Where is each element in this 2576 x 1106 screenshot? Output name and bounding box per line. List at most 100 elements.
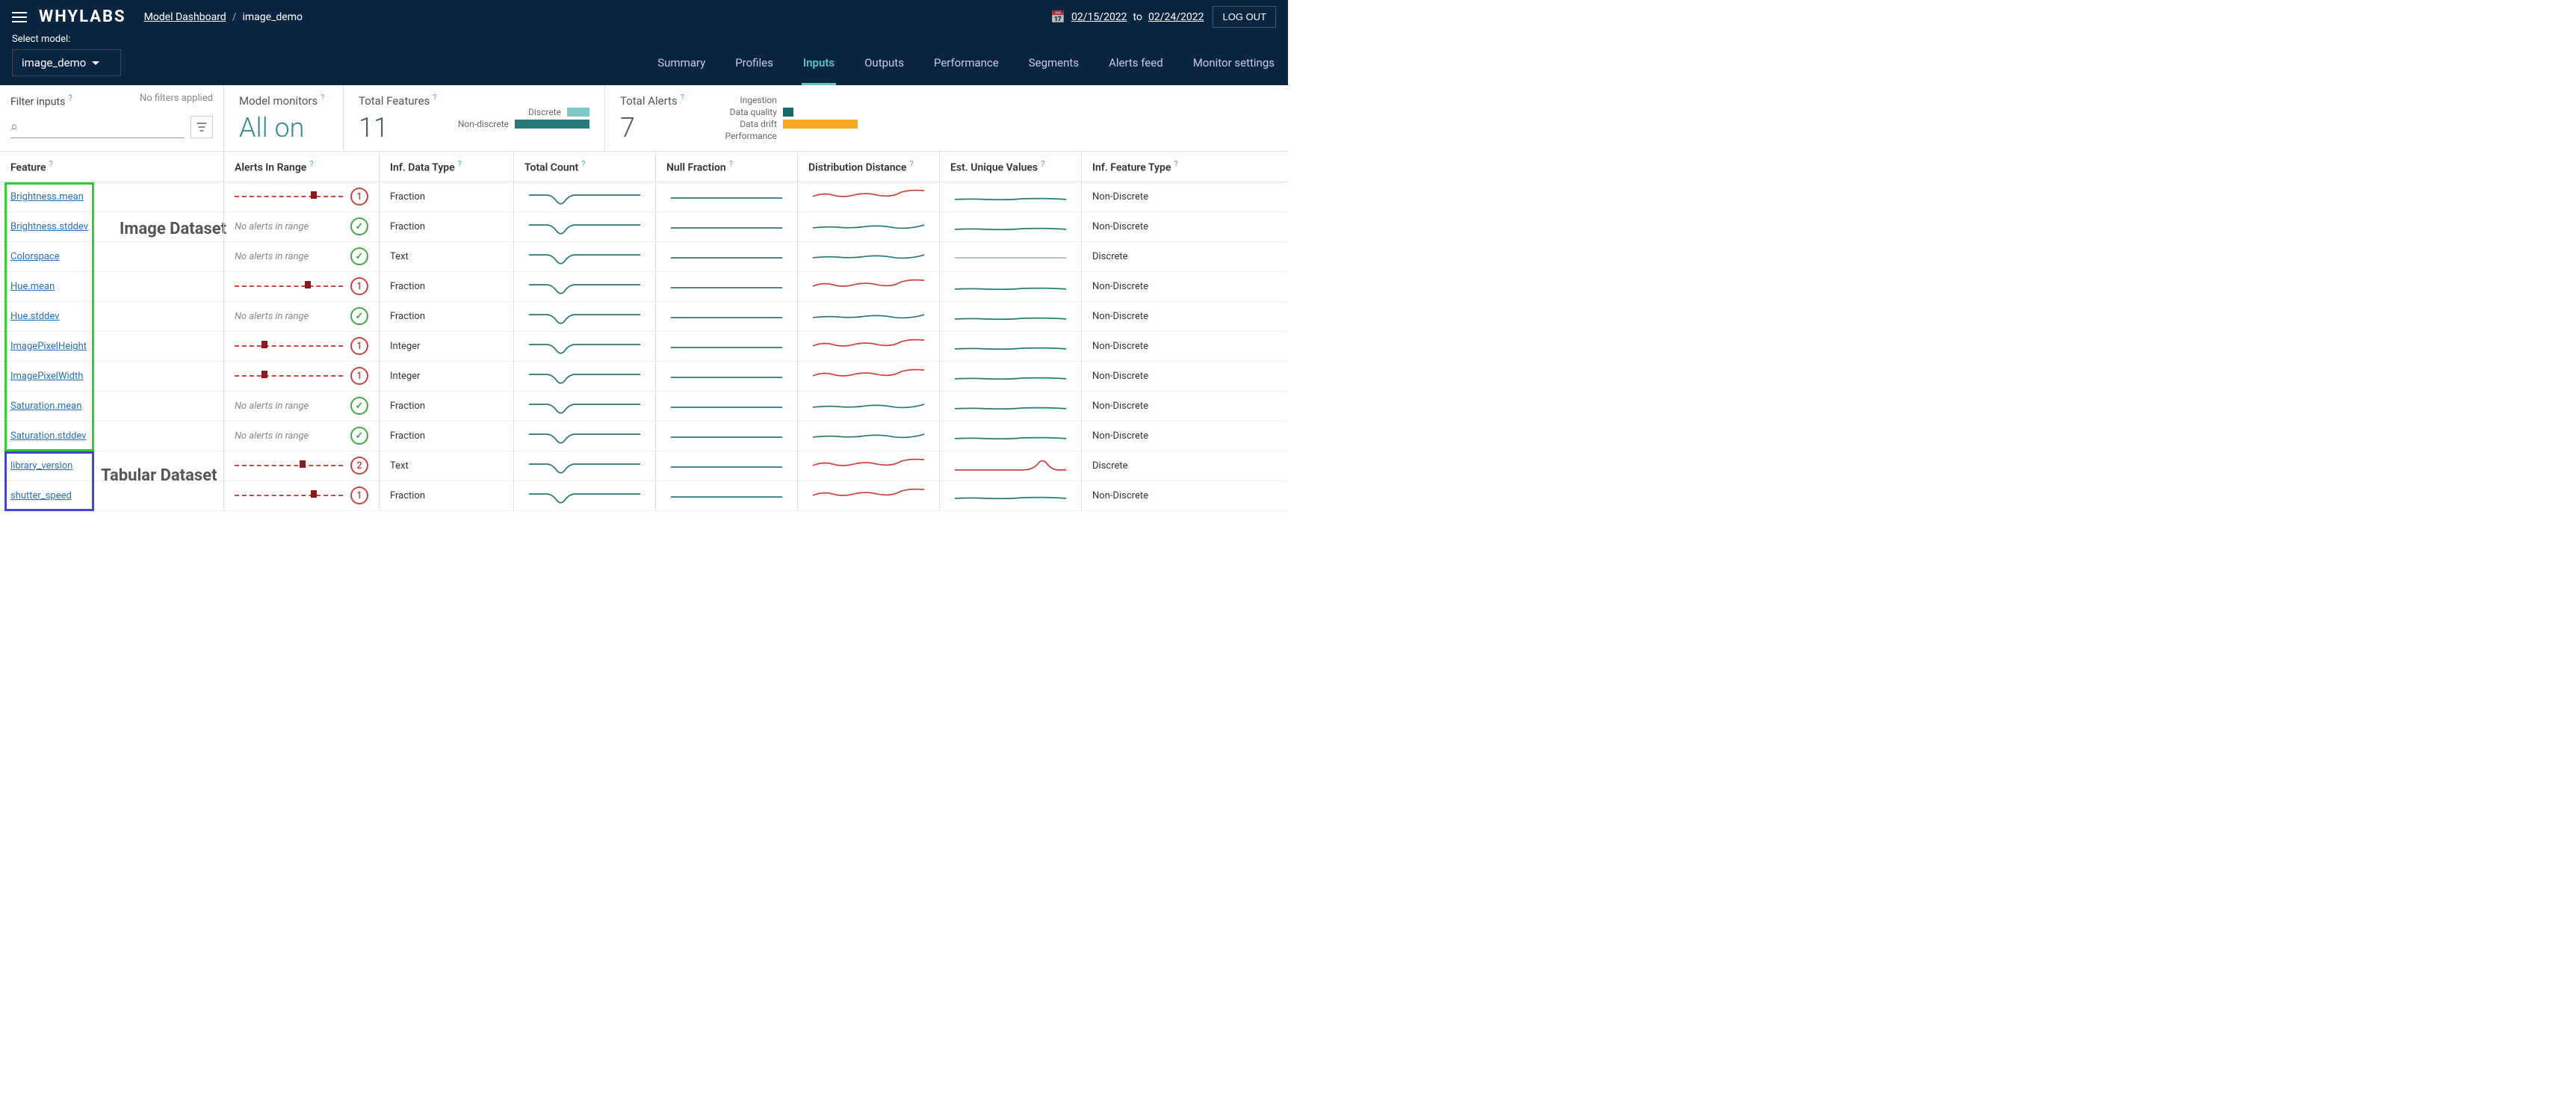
ftype-cell: Non-Discrete: [1082, 481, 1288, 510]
sparkline: [666, 217, 787, 235]
total-features-value: 11: [359, 112, 436, 143]
breadcrumb-model: image_demo: [242, 11, 302, 23]
feature-link[interactable]: ImagePixelWidth: [10, 371, 83, 382]
feature-link[interactable]: library_version: [10, 460, 72, 472]
ftype-cell: Non-Discrete: [1082, 182, 1288, 211]
date-from[interactable]: 02/15/2022: [1071, 11, 1127, 23]
help-icon[interactable]: ?: [1174, 159, 1177, 169]
feature-link[interactable]: Brightness.stddev: [10, 221, 88, 232]
help-icon[interactable]: ?: [321, 93, 324, 102]
nav-tab-summary[interactable]: Summary: [656, 47, 707, 85]
sparkline: [524, 457, 645, 475]
ftype-cell: Non-Discrete: [1082, 272, 1288, 301]
ftype-cell: Discrete: [1082, 451, 1288, 481]
nav-tab-outputs[interactable]: Outputs: [863, 47, 905, 85]
dtype-cell: Fraction: [380, 212, 514, 241]
help-icon[interactable]: ?: [433, 93, 436, 102]
sparkline: [666, 337, 787, 355]
ftype-cell: Non-Discrete: [1082, 332, 1288, 361]
sparkline: [666, 188, 787, 206]
sparkline: [666, 247, 787, 265]
hamburger-menu-icon[interactable]: [12, 12, 27, 22]
table-row: Brightness.mean1FractionNon-Discrete: [0, 182, 1288, 212]
model-select-dropdown[interactable]: image_demo: [12, 49, 121, 76]
dtype-cell: Text: [380, 242, 514, 271]
search-icon: ⌕: [10, 119, 18, 135]
dtype-cell: Fraction: [380, 392, 514, 421]
sparkline: [808, 337, 929, 355]
alert-ok-badge: ✓: [350, 427, 368, 445]
ftype-cell: Non-Discrete: [1082, 212, 1288, 241]
feature-link[interactable]: shutter_speed: [10, 490, 72, 501]
breadcrumb-separator: /: [232, 11, 237, 23]
sparkline: [524, 486, 645, 504]
date-range-picker[interactable]: 📅 02/15/2022 to 02/24/2022: [1050, 10, 1204, 24]
help-icon[interactable]: ?: [458, 159, 462, 169]
nondiscrete-label: Non-discrete: [451, 119, 509, 129]
sparkline: [950, 307, 1071, 325]
feature-link[interactable]: Saturation.mean: [10, 401, 81, 412]
nav-tabs: Summary Profiles Inputs Outputs Performance S…: [656, 47, 1276, 85]
chevron-down-icon: [92, 61, 99, 65]
nav-tab-segments[interactable]: Segments: [1027, 47, 1080, 85]
search-input[interactable]: [22, 120, 185, 132]
filter-inputs-label: Filter inputs: [10, 96, 65, 108]
nav-tab-profiles[interactable]: Profiles: [734, 47, 775, 85]
sparkline: [666, 367, 787, 385]
help-icon[interactable]: ?: [581, 159, 585, 169]
date-to[interactable]: 02/24/2022: [1148, 11, 1204, 23]
sparkline: [950, 188, 1071, 206]
sparkline: [524, 217, 645, 235]
help-icon[interactable]: ?: [68, 93, 72, 103]
table-row: Brightness.stddevNo alerts in range✓Frac…: [0, 212, 1288, 242]
alert-count-badge: 1: [350, 188, 368, 206]
col-alerts: Alerts In Range: [235, 162, 306, 174]
col-total-count: Total Count: [524, 162, 578, 174]
feature-link[interactable]: Colorspace: [10, 251, 60, 262]
col-feature: Feature: [10, 162, 46, 174]
logout-button[interactable]: LOG OUT: [1213, 6, 1276, 28]
table-row: library_version2TextDiscrete: [0, 451, 1288, 481]
help-icon[interactable]: ?: [909, 159, 913, 169]
filter-button[interactable]: [191, 116, 213, 138]
feature-link[interactable]: Hue.stddev: [10, 311, 60, 322]
alert-cat-label: Ingestion: [702, 95, 777, 105]
breadcrumb-dashboard-link[interactable]: Model Dashboard: [144, 11, 226, 23]
model-monitors-label: Model monitors: [239, 94, 318, 108]
discrete-bar: [567, 108, 589, 117]
dtype-cell: Integer: [380, 362, 514, 391]
table-row: Hue.mean1FractionNon-Discrete: [0, 272, 1288, 302]
sparkline: [524, 188, 645, 206]
alert-ok-badge: ✓: [350, 307, 368, 325]
nav-tab-monitor-settings[interactable]: Monitor settings: [1192, 47, 1276, 85]
select-model-label: Select model:: [12, 34, 121, 45]
ftype-cell: Non-Discrete: [1082, 392, 1288, 421]
sparkline: [808, 247, 929, 265]
feature-link[interactable]: Saturation.stddev: [10, 430, 87, 442]
table-row: ColorspaceNo alerts in range✓TextDiscret…: [0, 242, 1288, 272]
no-alerts-text: No alerts in range: [235, 311, 343, 322]
alert-ok-badge: ✓: [350, 247, 368, 265]
help-icon[interactable]: ?: [49, 159, 53, 169]
help-icon[interactable]: ?: [729, 159, 733, 169]
feature-link[interactable]: Brightness.mean: [10, 191, 84, 203]
help-icon[interactable]: ?: [1041, 159, 1044, 169]
col-dist-distance: Distribution Distance: [808, 162, 906, 174]
alert-sparkline: [235, 488, 343, 503]
nondiscrete-bar: [515, 120, 589, 129]
ftype-cell: Non-Discrete: [1082, 362, 1288, 391]
nav-tab-performance[interactable]: Performance: [932, 47, 1000, 85]
feature-link[interactable]: Hue.mean: [10, 281, 55, 292]
no-alerts-text: No alerts in range: [235, 401, 343, 412]
feature-link[interactable]: ImagePixelHeight: [10, 341, 87, 352]
dtype-cell: Fraction: [380, 421, 514, 451]
help-icon[interactable]: ?: [681, 93, 684, 102]
nav-tab-inputs[interactable]: Inputs: [802, 47, 836, 85]
sparkline: [950, 277, 1071, 295]
help-icon[interactable]: ?: [309, 159, 313, 169]
no-filters-text: No filters applied: [140, 93, 213, 108]
alert-ok-badge: ✓: [350, 217, 368, 235]
alert-count-badge: 1: [350, 277, 368, 295]
nav-tab-alerts-feed[interactable]: Alerts feed: [1107, 47, 1165, 85]
alert-cat-label: Data quality: [702, 107, 777, 117]
